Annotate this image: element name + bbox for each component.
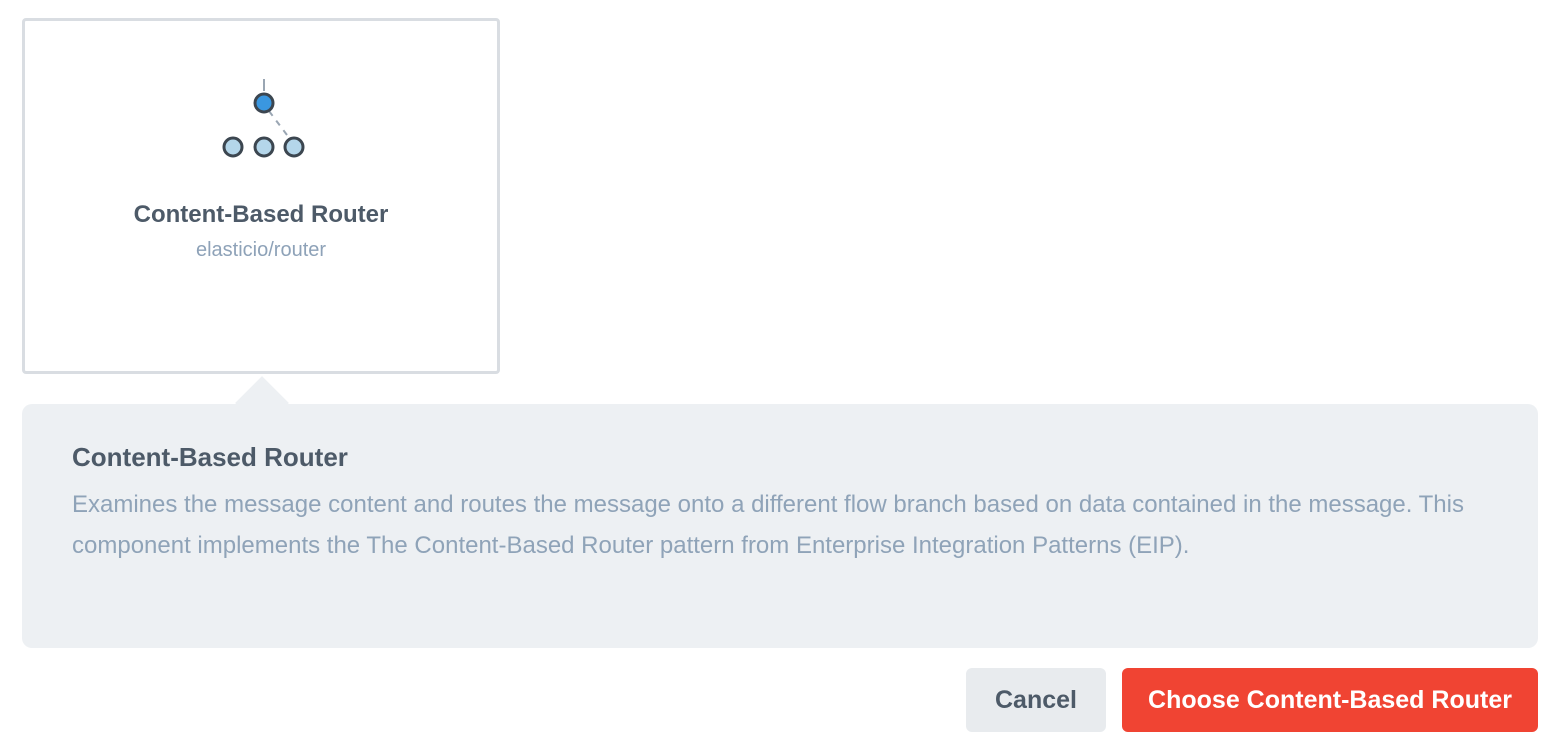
component-card-content-based-router[interactable]: Content-Based Router elasticio/router — [22, 18, 500, 374]
router-tree-icon — [219, 79, 309, 163]
card-title: Content-Based Router — [133, 201, 389, 228]
details-description: Examines the message content and routes … — [72, 491, 1464, 559]
component-details-panel: Content-Based Router Examines the messag… — [22, 404, 1538, 648]
card-subtitle: elasticio/router — [195, 239, 327, 261]
details-title: Content-Based Router — [72, 442, 348, 472]
cancel-button[interactable]: Cancel — [966, 668, 1106, 732]
choose-component-button[interactable]: Choose Content-Based Router — [1122, 668, 1538, 732]
